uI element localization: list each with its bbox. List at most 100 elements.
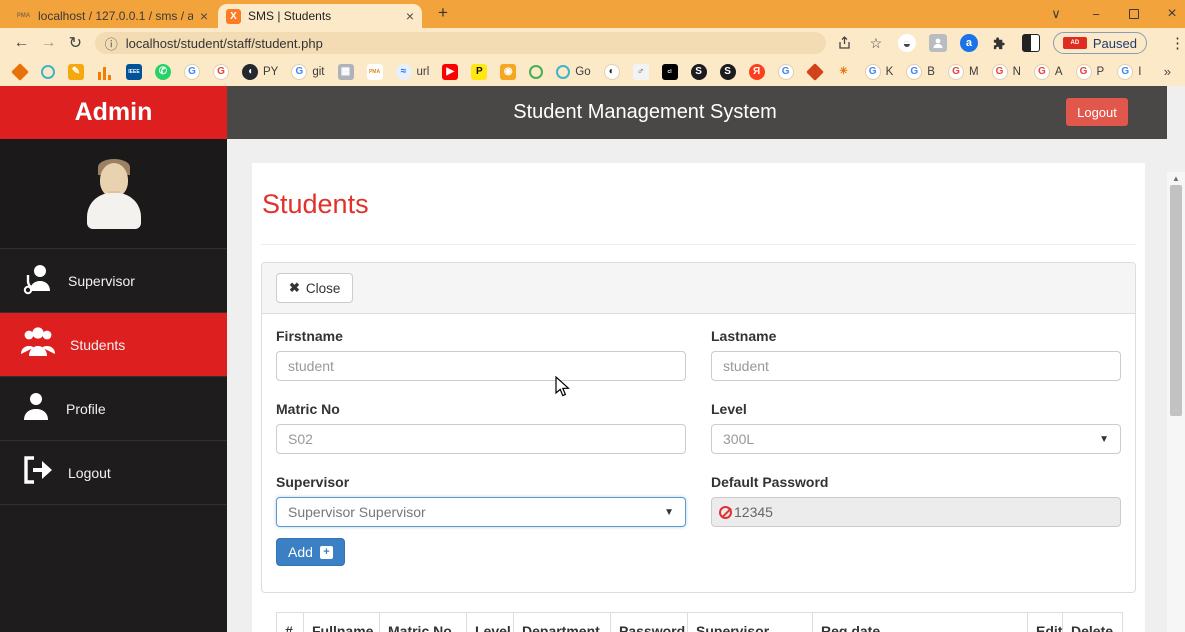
s-dark-2-bookmark[interactable]: S [720, 64, 736, 80]
yandex-bookmark[interactable]: Я [749, 64, 765, 80]
extensions-puzzle-icon[interactable] [991, 34, 1009, 52]
table-header-password: Password [611, 613, 688, 632]
adblock-icon: AD [1063, 37, 1087, 49]
whatsapp-bookmark[interactable]: ✆ [155, 64, 171, 80]
app-title: Student Management System [227, 86, 1063, 139]
tab-sms-students[interactable]: X SMS | Students × [218, 4, 422, 28]
go-site-bookmark[interactable]: Go [556, 65, 590, 79]
sidebar-item-logout[interactable]: Logout [0, 441, 227, 505]
tab-search-icon[interactable]: ∨ [1049, 6, 1063, 22]
person-extension-icon[interactable] [929, 34, 947, 52]
back-icon[interactable]: ← [8, 34, 35, 52]
youtube-icon: ▶ [442, 64, 458, 80]
sun-bookmark[interactable]: ✳ [836, 64, 852, 80]
phpmyadmin-bookmark[interactable]: PMA [367, 64, 383, 80]
google-3-bookmark[interactable]: G [778, 64, 794, 80]
matric-no-input[interactable]: S02 [276, 424, 686, 454]
scroll-up-icon[interactable]: ▲ [1167, 172, 1185, 185]
students-card: Students ✖ Close Firstname student [252, 163, 1145, 632]
colab-bookmark[interactable] [12, 64, 28, 80]
sun-icon: ✳ [836, 64, 852, 80]
google-i-bookmark[interactable]: GI [1117, 64, 1141, 80]
sidebar-item-students[interactable]: Students [0, 313, 227, 377]
site-info-icon[interactable]: ⓘ [105, 34, 118, 53]
table-header-level: Level [467, 613, 514, 632]
close-window-icon[interactable]: × [1165, 5, 1179, 23]
tab-close-icon[interactable]: × [406, 8, 414, 24]
browser-menu-icon[interactable]: ⋮ [1170, 34, 1185, 52]
ieee-icon: IEEE [126, 64, 142, 80]
supervisor-value: Supervisor Supervisor [288, 504, 426, 520]
url-tool-icon: ≈ [396, 64, 412, 80]
paused-label: Paused [1093, 36, 1137, 51]
go-site-icon [556, 65, 570, 79]
s-dark-1-bookmark[interactable]: S [691, 64, 707, 80]
bookmarks-items: ✎IEEE✆GG◖PYGgit▦PMA≈url▶P◉Go◐♂clSSЯG✳GKG… [12, 64, 1141, 80]
a-extension-icon[interactable]: a [960, 34, 978, 52]
compose-bookmark[interactable]: ✎ [68, 64, 84, 80]
youtube-bookmark[interactable]: ▶ [442, 64, 458, 80]
forward-icon[interactable]: → [35, 34, 62, 52]
supervisor-select[interactable]: Supervisor Supervisor ▼ [276, 497, 686, 527]
address-bar[interactable]: ⓘ localhost/student/staff/student.php [95, 32, 826, 54]
google-b-bookmark[interactable]: GB [906, 64, 935, 80]
panda-extension-icon[interactable]: ◒ [898, 34, 916, 52]
google-k-bookmark[interactable]: GK [865, 64, 894, 80]
bookmark-star-icon[interactable]: ☆ [867, 34, 885, 52]
table-header-reg-date: Reg date [813, 613, 1028, 632]
level-select[interactable]: 300L ▼ [711, 424, 1121, 454]
sidebar-item-label: Supervisor [68, 273, 135, 289]
camera-bookmark[interactable]: ◉ [500, 64, 516, 80]
google-git-bookmark[interactable]: Ggit [291, 64, 324, 80]
reload-icon[interactable]: ↻ [62, 33, 89, 53]
github-py-bookmark[interactable]: ◖PY [242, 64, 278, 80]
maximize-icon[interactable] [1129, 9, 1139, 19]
dark-mode-extension-icon[interactable] [1022, 34, 1040, 52]
table-header-edit: Edit [1028, 613, 1063, 632]
google-a-bookmark[interactable]: GA [1034, 64, 1063, 80]
sidebar-item-supervisor[interactable]: Supervisor [0, 249, 227, 313]
go-site-bookmark-label: Go [575, 66, 590, 78]
google-n-bookmark[interactable]: GN [992, 64, 1021, 80]
extension-paused-badge[interactable]: AD Paused [1053, 32, 1147, 54]
tab-close-icon[interactable]: × [200, 8, 208, 24]
sidebar-item-profile[interactable]: Logout Profile [0, 377, 227, 441]
logout-icon [20, 454, 54, 491]
p-yellow-bookmark[interactable]: P [471, 64, 487, 80]
teal-ring-bookmark[interactable] [41, 65, 55, 79]
runner-bookmark[interactable]: ♂ [633, 64, 649, 80]
firstname-input[interactable]: student [276, 351, 686, 381]
google-p-bookmark[interactable]: GP [1076, 64, 1105, 80]
scrollbar-thumb[interactable] [1170, 185, 1182, 416]
share-icon[interactable] [836, 34, 854, 52]
google-2-bookmark[interactable]: G [213, 64, 229, 80]
page-scrollbar[interactable]: ▲ ▼ [1167, 172, 1185, 632]
minimize-icon[interactable]: − [1089, 7, 1103, 22]
google-k-icon: G [865, 64, 881, 80]
gray-tool-bookmark[interactable]: ▦ [338, 64, 354, 80]
google-m-bookmark[interactable]: GM [948, 64, 979, 80]
table-header-row: #FullnameMatric NoLevelDepartmentPasswor… [277, 613, 1123, 632]
new-tab-button[interactable]: + [432, 3, 454, 23]
bookmarks-overflow-icon[interactable]: » [1164, 64, 1171, 79]
browser-toolbar: ← → ↻ ⓘ localhost/student/staff/student.… [0, 28, 1185, 58]
add-button[interactable]: Add + [276, 538, 345, 566]
matlab-bookmark[interactable] [807, 64, 823, 80]
students-group-icon [20, 326, 56, 363]
bird-bookmark[interactable]: ◐ [604, 64, 620, 80]
tab-phpmyadmin[interactable]: PMA localhost / 127.0.0.1 / sms / adm × [8, 4, 216, 28]
google-1-bookmark[interactable]: G [184, 64, 200, 80]
cl-site-icon: cl [662, 64, 678, 80]
url-tool-bookmark[interactable]: ≈url [396, 64, 430, 80]
lastname-input[interactable]: student [711, 351, 1121, 381]
green-ring-bookmark[interactable] [529, 65, 543, 79]
close-label: Close [306, 281, 341, 296]
cl-site-bookmark[interactable]: cl [662, 64, 678, 80]
close-form-button[interactable]: ✖ Close [276, 273, 353, 303]
yandex-icon: Я [749, 64, 765, 80]
tab-title: SMS | Students [248, 9, 399, 23]
logout-button[interactable]: Logout [1066, 98, 1128, 126]
analytics-bookmark[interactable] [97, 64, 113, 80]
ieee-bookmark[interactable]: IEEE [126, 64, 142, 80]
supervisor-icon [20, 261, 54, 300]
